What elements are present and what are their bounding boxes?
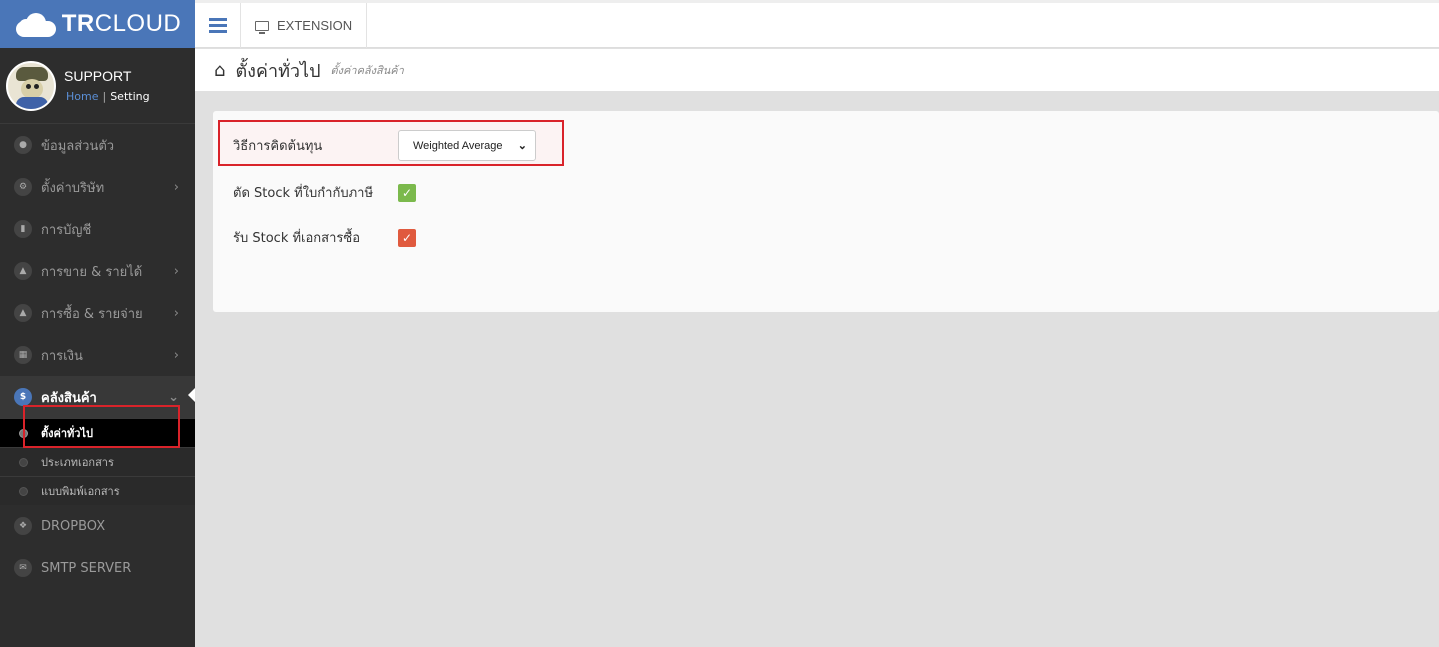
hamburger-menu-icon[interactable] xyxy=(195,3,241,48)
page-subtitle: ตั้งค่าคลังสินค้า xyxy=(330,64,404,77)
page-header: ⌂ ตั้งค่าทั่วไป ตั้งค่าคลังสินค้า xyxy=(195,49,1439,91)
sidebar-item-personal-info[interactable]: ● ข้อมูลส่วนตัว xyxy=(0,124,195,166)
cut-stock-checkbox[interactable]: ✓ xyxy=(398,183,416,202)
sidebar: TRCLOUD SUPPORT Home | Setting ● ข้อมูลส่ว… xyxy=(0,0,195,647)
bullet-icon xyxy=(19,487,28,496)
user-profile: SUPPORT Home | Setting xyxy=(0,48,195,124)
chevron-right-icon: › xyxy=(173,348,179,363)
user-name: SUPPORT xyxy=(64,68,132,84)
sidebar-item-dropbox[interactable]: ❖ DROPBOX xyxy=(0,505,195,547)
cart-icon: ▲ xyxy=(14,262,32,280)
chevron-right-icon: › xyxy=(173,306,179,321)
brand-name: TRCLOUD xyxy=(61,10,182,37)
chevron-down-icon: ⌄ xyxy=(168,390,179,405)
cost-method-label: วิธีการคิดต้นทุน xyxy=(233,139,323,154)
sidebar-item-smtp-server[interactable]: ✉ SMTP SERVER xyxy=(0,547,195,589)
gear-icon: ⚙ xyxy=(14,178,32,196)
settings-panel: วิธีการคิดต้นทุน Weighted Average ⌄ ตัด … xyxy=(213,111,1439,312)
cart-icon: ▲ xyxy=(14,304,32,322)
monitor-icon xyxy=(255,20,269,34)
sidebar-menu: ● ข้อมูลส่วนตัว ⚙ ตั้งค่าบริษัท › ▮ การบ… xyxy=(0,124,195,418)
sidebar-item-company-settings[interactable]: ⚙ ตั้งค่าบริษัท › xyxy=(0,166,195,208)
brand-logo[interactable]: TRCLOUD xyxy=(0,0,195,48)
top-navbar: EXTENSION xyxy=(195,3,1439,48)
calendar-icon: ▦ xyxy=(14,346,32,364)
extension-button[interactable]: EXTENSION xyxy=(241,3,368,48)
dollar-icon: $ xyxy=(14,388,32,406)
cut-stock-row: ตัด Stock ที่ใบกำกับภาษี ✓ xyxy=(233,182,416,203)
receive-stock-row: รับ Stock ที่เอกสารซื้อ ✓ xyxy=(233,227,416,248)
cut-stock-label: ตัด Stock ที่ใบกำกับภาษี xyxy=(233,186,374,201)
receive-stock-checkbox[interactable]: ✓ xyxy=(398,228,416,247)
user-icon: ● xyxy=(14,136,32,154)
cost-method-select[interactable]: Weighted Average ⌄ xyxy=(398,130,536,161)
sidebar-subitem-print-templates[interactable]: แบบพิมพ์เอกสาร xyxy=(0,476,195,505)
envelope-icon: ✉ xyxy=(14,559,32,577)
home-icon[interactable]: ⌂ xyxy=(214,60,225,81)
breadcrumb-home-link[interactable]: Home xyxy=(66,90,98,103)
book-icon: ▮ xyxy=(14,220,32,238)
sidebar-item-sales[interactable]: ▲ การขาย & รายได้ › xyxy=(0,250,195,292)
cost-method-row: วิธีการคิดต้นทุน Weighted Average ⌄ xyxy=(233,130,536,161)
sidebar-item-purchases[interactable]: ▲ การซื้อ & รายจ่าย › xyxy=(0,292,195,334)
avatar[interactable] xyxy=(6,60,56,111)
sidebar-item-finance[interactable]: ▦ การเงิน › xyxy=(0,334,195,376)
cloud-icon xyxy=(14,11,58,37)
receive-stock-label: รับ Stock ที่เอกสารซื้อ xyxy=(233,231,361,246)
chevron-down-icon: ⌄ xyxy=(517,140,527,152)
dropbox-icon: ❖ xyxy=(14,517,32,535)
sidebar-menu-lower: ❖ DROPBOX ✉ SMTP SERVER xyxy=(0,505,195,589)
breadcrumb-current: Setting xyxy=(110,90,150,103)
sidebar-subitem-document-types[interactable]: ประเภทเอกสาร xyxy=(0,447,195,476)
chevron-right-icon: › xyxy=(173,264,179,279)
sidebar-item-accounting[interactable]: ▮ การบัญชี xyxy=(0,208,195,250)
page-title: ตั้งค่าทั่วไป xyxy=(235,60,321,82)
bullet-icon xyxy=(19,458,28,467)
annotation-highlight-box xyxy=(23,405,180,448)
chevron-right-icon: › xyxy=(173,180,179,195)
breadcrumb: Home | Setting xyxy=(66,90,150,103)
